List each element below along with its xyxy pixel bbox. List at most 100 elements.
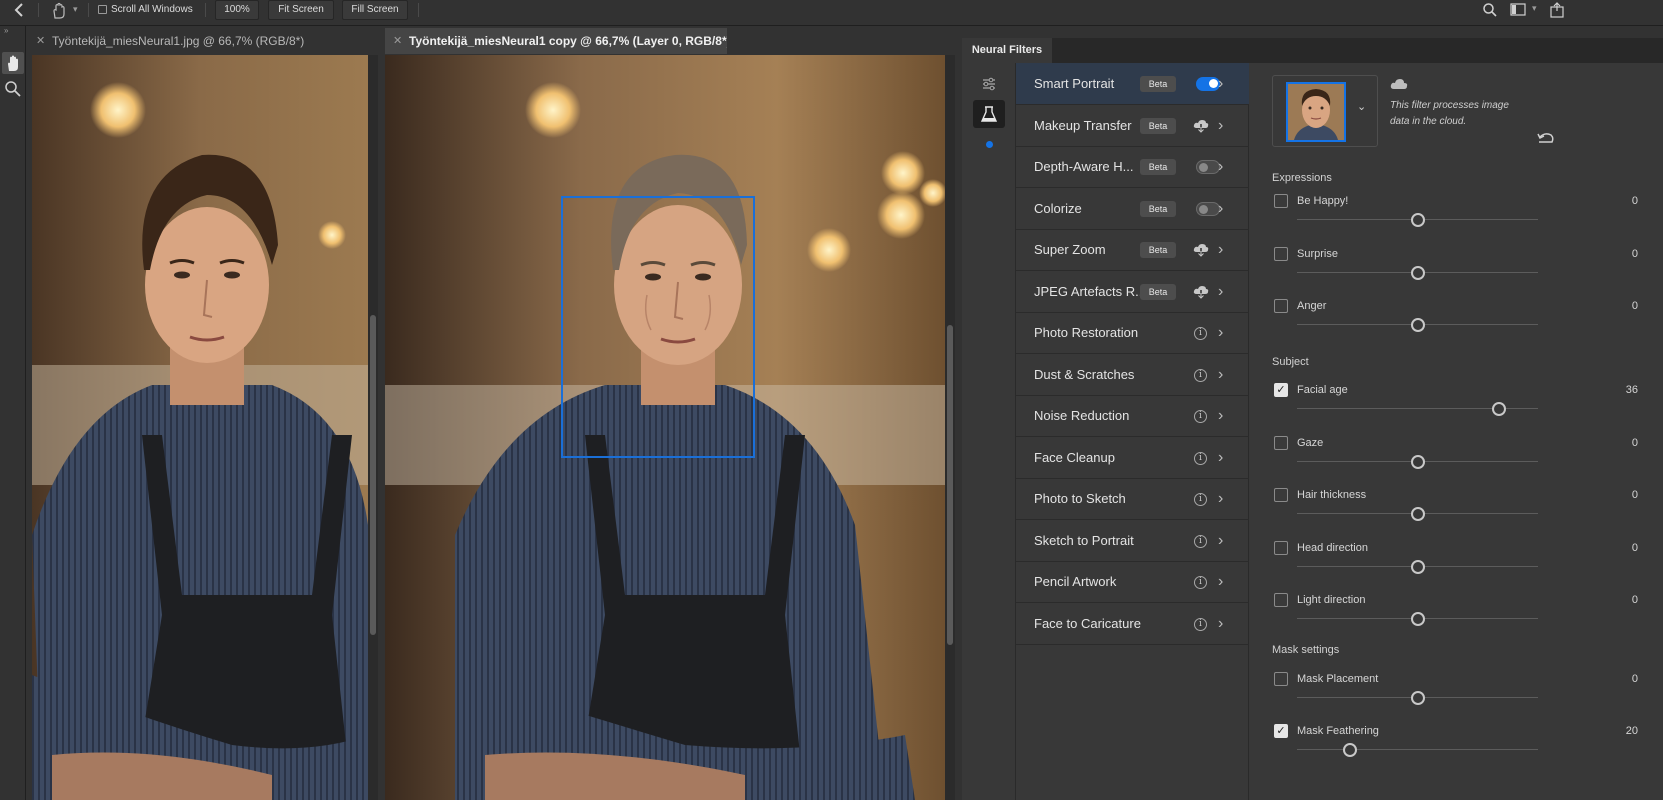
slider-row-gaze: Gaze 0 (1272, 436, 1652, 486)
hand-tool-icon[interactable] (50, 2, 68, 20)
active-indicator-dot (986, 141, 993, 148)
scroll-all-windows-checkbox[interactable] (98, 5, 107, 14)
beta-filters-button[interactable] (973, 100, 1005, 128)
cloud-download-icon[interactable] (1193, 285, 1209, 299)
info-icon[interactable]: i (1194, 534, 1207, 548)
filter-item[interactable]: Depth-Aware H... Beta › (1016, 146, 1249, 188)
filter-item[interactable]: Pencil Artwork i › (1016, 561, 1249, 603)
workspace-chevron-icon[interactable]: ▾ (1532, 3, 1537, 14)
slider-checkbox[interactable]: ✓ (1274, 383, 1288, 397)
slider-checkbox[interactable] (1274, 488, 1288, 502)
info-icon[interactable]: i (1194, 451, 1207, 465)
filter-toggle[interactable] (1196, 201, 1220, 216)
fit-screen-button[interactable]: Fit Screen (268, 0, 334, 20)
chevron-right-icon[interactable]: › (1218, 271, 1223, 313)
filter-item[interactable]: Noise Reduction i › (1016, 395, 1249, 437)
info-icon[interactable]: i (1194, 368, 1207, 382)
slider-track[interactable] (1297, 749, 1538, 750)
slider-checkbox[interactable] (1274, 247, 1288, 261)
canvas-original-scrollbar[interactable] (368, 55, 378, 800)
slider-thumb[interactable] (1410, 691, 1425, 705)
filter-item[interactable]: Super Zoom Beta › (1016, 229, 1249, 271)
canvas-edited-scrollbar[interactable] (945, 55, 955, 800)
filter-item[interactable]: JPEG Artefacts R... Beta › (1016, 271, 1249, 313)
slider-thumb[interactable] (1492, 402, 1507, 416)
face-selector[interactable]: ⌄ (1272, 75, 1378, 147)
slider-checkbox[interactable] (1274, 541, 1288, 555)
face-select-chevron-icon[interactable]: ⌄ (1357, 100, 1366, 113)
separator (88, 3, 89, 17)
scrollbar-thumb[interactable] (947, 325, 953, 645)
cloud-download-icon[interactable] (1193, 119, 1209, 133)
chevron-right-icon[interactable]: › (1218, 437, 1223, 479)
slider-checkbox[interactable] (1274, 672, 1288, 686)
zoom-tool-icon[interactable] (4, 80, 22, 98)
slider-checkbox[interactable]: ✓ (1274, 724, 1288, 738)
document-tab-copy[interactable]: ✕ Työntekijä_miesNeural1 copy @ 66,7% (L… (385, 28, 727, 54)
workspace-icon[interactable] (1510, 3, 1526, 17)
slider-thumb[interactable] (1410, 612, 1425, 626)
share-icon[interactable] (1550, 2, 1564, 18)
info-icon[interactable]: i (1194, 493, 1207, 506)
filter-item[interactable]: Face Cleanup i › (1016, 437, 1249, 479)
filter-item[interactable]: Colorize Beta › (1016, 188, 1249, 230)
info-icon[interactable]: i (1194, 410, 1207, 423)
info-icon[interactable]: i (1194, 576, 1207, 589)
fill-screen-button[interactable]: Fill Screen (342, 0, 408, 20)
chevron-right-icon[interactable]: › (1218, 520, 1223, 562)
slider-checkbox[interactable] (1274, 194, 1288, 208)
close-tab-icon[interactable]: ✕ (393, 28, 402, 54)
search-icon[interactable] (1482, 2, 1498, 18)
slider-thumb[interactable] (1410, 266, 1425, 280)
chevron-right-icon[interactable]: › (1218, 478, 1223, 520)
canvas-original[interactable] (32, 55, 368, 800)
chevron-right-icon[interactable]: › (1218, 312, 1223, 354)
info-icon[interactable]: i (1194, 327, 1207, 340)
back-chevron-icon[interactable] (12, 2, 26, 18)
slider-thumb[interactable] (1410, 318, 1425, 332)
neural-filters-tab[interactable]: Neural Filters (962, 38, 1052, 63)
hand-tool-button[interactable] (2, 52, 24, 74)
slider-checkbox[interactable] (1274, 593, 1288, 607)
chevron-right-icon[interactable]: › (1218, 395, 1223, 437)
slider-thumb[interactable] (1410, 455, 1425, 469)
chevron-down-icon[interactable]: ▾ (73, 4, 78, 15)
chevron-right-icon[interactable]: › (1218, 561, 1223, 603)
chevron-right-icon[interactable]: › (1218, 63, 1223, 105)
filter-item[interactable]: Dust & Scratches i › (1016, 354, 1249, 396)
reset-icon[interactable] (1537, 131, 1555, 147)
all-filters-icon[interactable] (981, 76, 997, 92)
document-tab-original[interactable]: ✕ Työntekijä_miesNeural1.jpg @ 66,7% (RG… (28, 28, 378, 54)
filter-item[interactable]: Sketch to Portrait i › (1016, 520, 1249, 562)
chevron-right-icon[interactable]: › (1218, 603, 1223, 645)
filter-toggle[interactable] (1196, 77, 1220, 91)
slider-value: 20 (1625, 725, 1638, 737)
slider-checkbox[interactable] (1274, 299, 1288, 313)
filter-item[interactable]: Photo Restoration i › (1016, 312, 1249, 354)
filter-item[interactable]: Smart Portrait Beta › (1016, 63, 1249, 105)
chevron-right-icon[interactable]: › (1218, 354, 1223, 396)
filter-item[interactable]: Face to Caricature i › (1016, 603, 1249, 645)
filter-item[interactable]: Makeup Transfer Beta › (1016, 105, 1249, 147)
chevron-right-icon[interactable]: › (1218, 229, 1223, 271)
slider-thumb[interactable] (1410, 213, 1425, 227)
scroll-all-windows-label: Scroll All Windows (111, 4, 193, 15)
slider-thumb[interactable] (1343, 743, 1358, 757)
chevron-right-icon[interactable]: › (1218, 105, 1223, 147)
canvas-edited[interactable] (385, 55, 945, 800)
slider-thumb[interactable] (1410, 560, 1425, 574)
slider-checkbox[interactable] (1274, 436, 1288, 450)
chevron-right-icon[interactable]: › (1218, 146, 1223, 188)
close-tab-icon[interactable]: ✕ (36, 28, 45, 54)
chevron-right-icon[interactable]: › (1218, 188, 1223, 230)
expand-toolbar-icon[interactable]: » (4, 26, 8, 35)
filter-toggle[interactable] (1196, 160, 1220, 174)
cloud-processing-note: This filter processes image data in the … (1390, 100, 1509, 127)
slider-thumb[interactable] (1410, 507, 1425, 521)
scrollbar-thumb[interactable] (370, 315, 376, 635)
info-icon[interactable]: i (1194, 617, 1207, 631)
zoom-100-button[interactable]: 100% (215, 0, 259, 20)
filter-item[interactable]: Photo to Sketch i › (1016, 478, 1249, 520)
cloud-download-icon[interactable] (1193, 243, 1209, 257)
document-tab-label: Työntekijä_miesNeural1 copy @ 66,7% (Lay… (409, 34, 727, 48)
